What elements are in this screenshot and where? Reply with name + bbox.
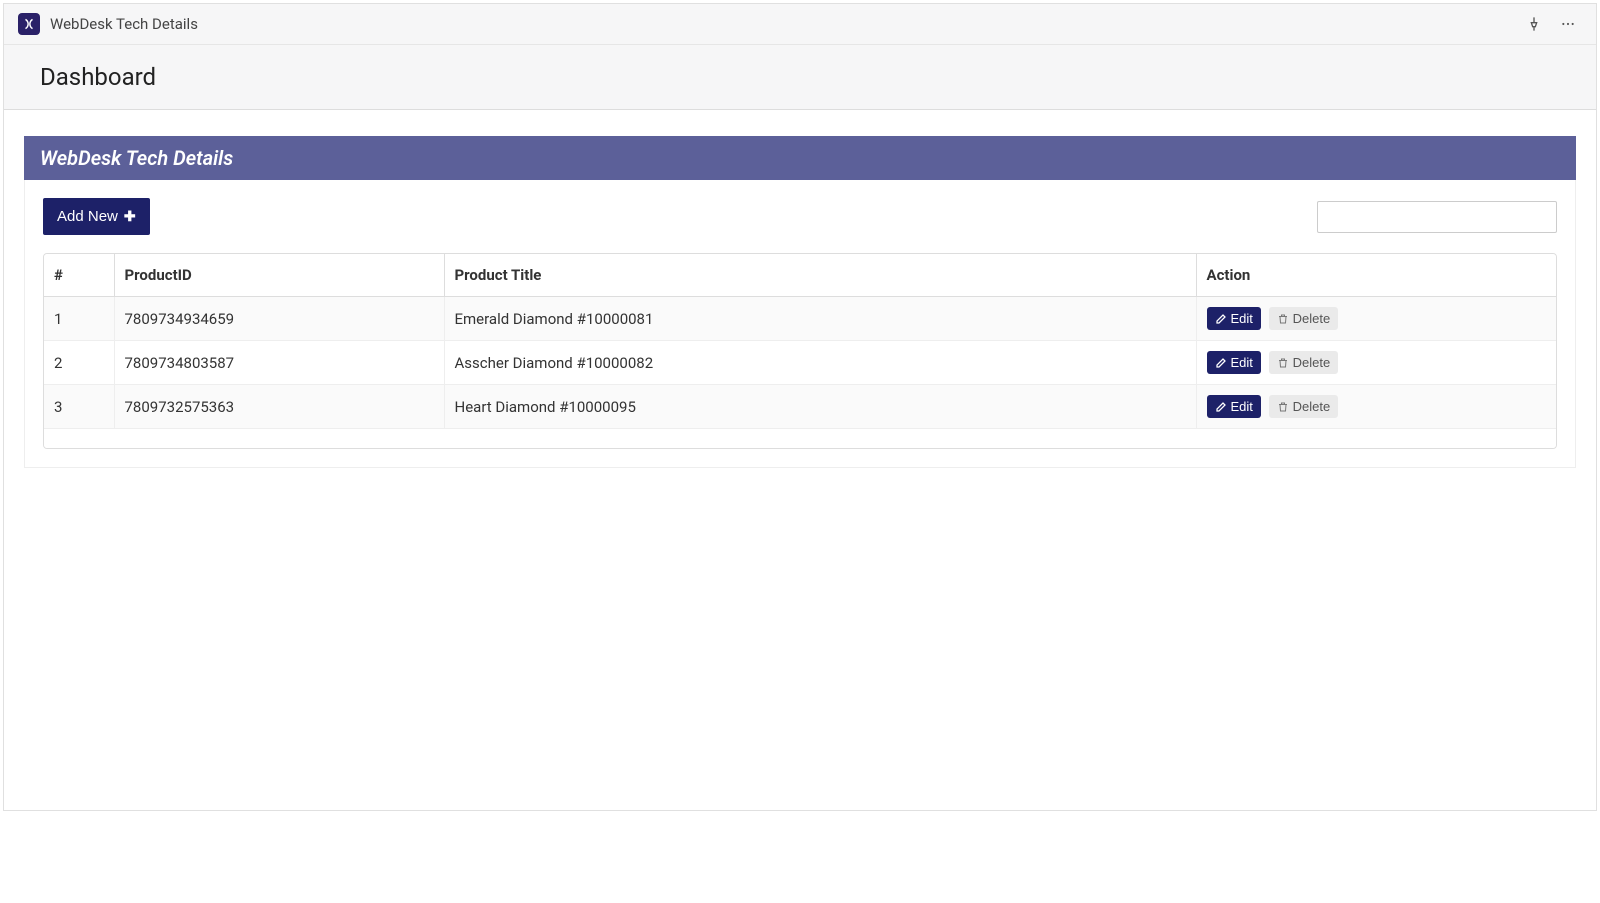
col-index[interactable]: # (44, 254, 114, 297)
cell-product-id: 7809734803587 (114, 341, 444, 385)
edit-button[interactable]: Edit (1207, 307, 1261, 330)
edit-button[interactable]: Edit (1207, 351, 1261, 374)
edit-icon (1215, 313, 1227, 325)
col-action[interactable]: Action (1196, 254, 1556, 297)
table-row: 1 7809734934659 Emerald Diamond #1000008… (44, 297, 1556, 341)
delete-button[interactable]: Delete (1269, 351, 1339, 374)
trash-icon (1277, 313, 1289, 325)
delete-label: Delete (1293, 311, 1331, 326)
cell-actions: Edit Delete (1196, 385, 1556, 429)
panel-body: Add New ✚ # ProductID Product Title (24, 180, 1576, 468)
table-row: 2 7809734803587 Asscher Diamond #1000008… (44, 341, 1556, 385)
edit-label: Edit (1231, 311, 1253, 326)
edit-button[interactable]: Edit (1207, 395, 1261, 418)
table-container: # ProductID Product Title Action 1 78097… (43, 253, 1557, 449)
panel: WebDesk Tech Details Add New ✚ (24, 136, 1576, 468)
add-new-button[interactable]: Add New ✚ (43, 198, 150, 235)
table-header-row: # ProductID Product Title Action (44, 254, 1556, 297)
app-title: WebDesk Tech Details (50, 15, 198, 33)
page-title: Dashboard (40, 63, 1560, 91)
cell-actions: Edit Delete (1196, 297, 1556, 341)
delete-label: Delete (1293, 399, 1331, 414)
edit-label: Edit (1231, 399, 1253, 414)
app-window: WebDesk Tech Details Dashboard WebDesk T… (3, 3, 1597, 811)
titlebar: WebDesk Tech Details (4, 4, 1596, 45)
cell-index: 3 (44, 385, 114, 429)
trash-icon (1277, 357, 1289, 369)
search-input[interactable] (1317, 201, 1557, 233)
cell-product-title: Heart Diamond #10000095 (444, 385, 1196, 429)
cell-index: 1 (44, 297, 114, 341)
col-product-title[interactable]: Product Title (444, 254, 1196, 297)
content: WebDesk Tech Details Add New ✚ (4, 110, 1596, 810)
more-icon[interactable] (1554, 12, 1582, 36)
col-product-id[interactable]: ProductID (114, 254, 444, 297)
products-table: # ProductID Product Title Action 1 78097… (44, 254, 1556, 428)
cell-product-title: Emerald Diamond #10000081 (444, 297, 1196, 341)
cell-product-id: 7809732575363 (114, 385, 444, 429)
cell-index: 2 (44, 341, 114, 385)
edit-icon (1215, 357, 1227, 369)
trash-icon (1277, 401, 1289, 413)
delete-button[interactable]: Delete (1269, 307, 1339, 330)
delete-label: Delete (1293, 355, 1331, 370)
cell-actions: Edit Delete (1196, 341, 1556, 385)
panel-heading: WebDesk Tech Details (24, 136, 1576, 180)
search-box (1317, 201, 1557, 233)
actions-row: Add New ✚ (43, 198, 1557, 235)
plus-icon: ✚ (124, 208, 136, 225)
edit-label: Edit (1231, 355, 1253, 370)
delete-button[interactable]: Delete (1269, 395, 1339, 418)
table-footer (44, 428, 1556, 448)
pin-icon[interactable] (1520, 12, 1548, 36)
add-new-label: Add New (57, 208, 118, 225)
edit-icon (1215, 401, 1227, 413)
app-icon (18, 13, 40, 35)
cell-product-id: 7809734934659 (114, 297, 444, 341)
cell-product-title: Asscher Diamond #10000082 (444, 341, 1196, 385)
subheader: Dashboard (4, 45, 1596, 110)
table-row: 3 7809732575363 Heart Diamond #10000095 … (44, 385, 1556, 429)
